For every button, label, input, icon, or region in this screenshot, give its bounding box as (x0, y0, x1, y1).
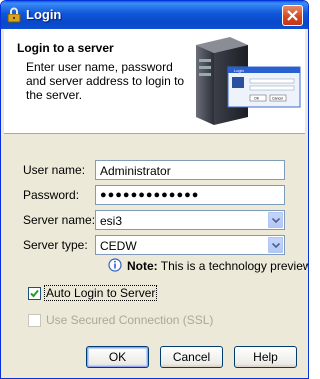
login-icon (7, 7, 21, 23)
info-icon (108, 258, 122, 272)
illustration-cancel: Cancel (272, 97, 283, 101)
chevron-down-icon (272, 218, 280, 223)
server-name-label: Server name: (23, 213, 96, 227)
checkmark-icon (30, 289, 39, 298)
server-type-select[interactable]: CEDW (95, 235, 285, 255)
ok-button[interactable]: OK (86, 346, 149, 368)
note-text: This is a technology preview. (157, 259, 309, 273)
illustration-title: Login (234, 68, 244, 73)
help-button[interactable]: Help (234, 346, 297, 368)
auto-login-checkbox[interactable] (28, 287, 41, 300)
header-banner: Login to a server Enter user name, passw… (4, 29, 305, 134)
password-field[interactable]: ●●●●●●●●●●●●● (95, 185, 285, 205)
preview-note: Note: This is a technology preview. (127, 259, 309, 273)
header-title: Login to a server (17, 41, 114, 55)
illustration-ok: OK (254, 97, 260, 101)
server-name-dropdown-button[interactable] (268, 212, 283, 228)
username-field[interactable]: Administrator (95, 160, 285, 180)
note-bold: Note: (127, 259, 158, 273)
ssl-label: Use Secured Connection (SSL) (46, 313, 214, 327)
close-icon (287, 10, 298, 21)
server-type-value: CEDW (100, 239, 137, 253)
server-type-dropdown-button[interactable] (268, 237, 283, 253)
server-name-value: esi3 (100, 214, 123, 228)
login-dialog: Login Login to a server Enter user name,… (0, 0, 309, 379)
password-label: Password: (23, 188, 80, 202)
title-bar[interactable]: Login (1, 1, 308, 29)
server-illustration: Login OK Cancel (196, 37, 301, 125)
chevron-down-icon (272, 243, 280, 248)
window-title: Login (26, 7, 62, 22)
cancel-button[interactable]: Cancel (160, 346, 223, 368)
header-description: Enter user name, password and server add… (26, 60, 185, 102)
server-type-label: Server type: (23, 238, 88, 252)
username-label: User name: (23, 163, 86, 177)
server-name-select[interactable]: esi3 (95, 210, 285, 230)
auto-login-label[interactable]: Auto Login to Server (43, 285, 158, 301)
ssl-checkbox[interactable] (28, 314, 41, 327)
close-button[interactable] (282, 5, 303, 26)
login-form: User name: Administrator Password: ●●●●●… (4, 141, 308, 339)
